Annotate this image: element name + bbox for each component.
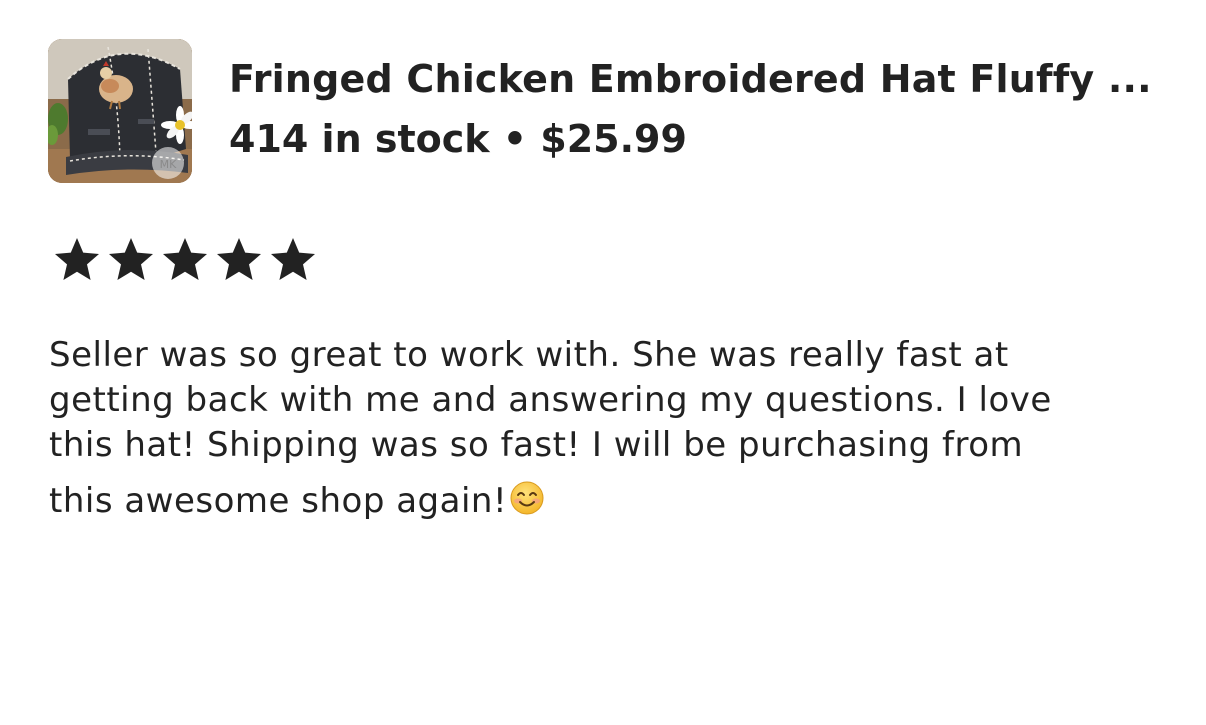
star-rating [50,234,320,284]
star-icon [163,238,207,280]
listing-info[interactable]: Fringed Chicken Embroidered Hat Fluffy .… [229,53,1159,165]
smiling-face-emoji-icon [510,481,544,515]
review-line: this awesome shop again! [49,481,508,521]
listing-header[interactable]: MK Fringed Chicken Embroidered Hat Fluff… [48,39,1168,184]
review-line: getting back with me and answering my qu… [49,380,1052,420]
review-line: this hat! Shipping was so fast! I will b… [49,425,1024,465]
svg-text:MK: MK [160,158,177,171]
product-thumbnail[interactable]: MK [48,39,192,183]
star-icon [55,238,99,280]
review-line: Seller was so great to work with. She wa… [49,335,1009,375]
star-icon [271,238,315,280]
hat-product-photo: MK [48,39,192,183]
review-line-last: this awesome shop again! [49,479,1169,524]
star-icon [109,238,153,280]
star-icon [217,238,261,280]
review-text: Seller was so great to work with. She wa… [49,333,1169,524]
listing-title[interactable]: Fringed Chicken Embroidered Hat Fluffy .… [229,53,1159,105]
listing-stock-price: 414 in stock • $25.99 [229,117,687,161]
